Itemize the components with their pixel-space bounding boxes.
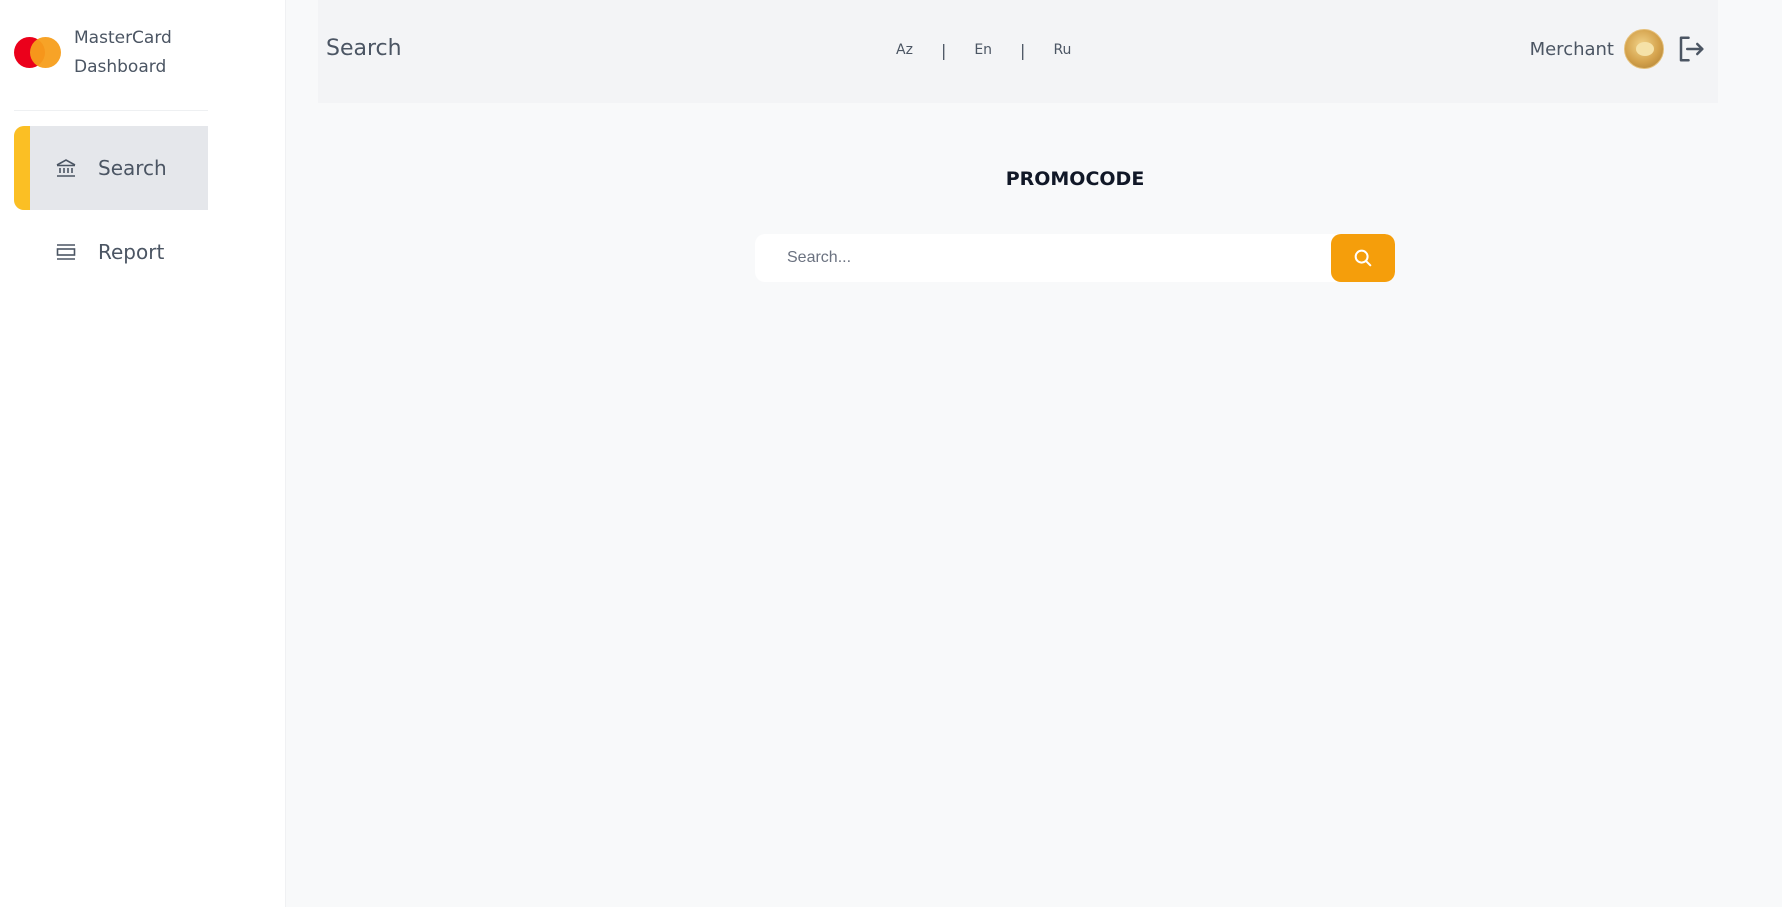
list-icon: [56, 244, 76, 260]
promocode-search: [755, 234, 1395, 282]
lang-separator: |: [940, 40, 947, 60]
sidebar-item-search[interactable]: Search: [14, 126, 208, 210]
sidebar-item-report[interactable]: Report: [14, 210, 208, 294]
lang-az[interactable]: Az: [892, 40, 917, 60]
search-icon: [1354, 249, 1372, 267]
brand-line-2: Dashboard: [74, 57, 167, 77]
user-menu: Merchant: [1530, 29, 1706, 69]
sidebar-item-label: Report: [98, 240, 165, 264]
lang-ru[interactable]: Ru: [1049, 40, 1075, 60]
lang-en[interactable]: En: [970, 40, 996, 60]
page-title: Search: [326, 36, 402, 61]
logout-icon[interactable]: [1676, 34, 1706, 64]
divider: [14, 110, 208, 111]
user-name[interactable]: Merchant: [1530, 39, 1614, 60]
brand-line-1: MasterCard: [74, 28, 172, 48]
active-indicator: [14, 126, 30, 210]
language-switcher: Az | En | Ru: [892, 40, 1075, 60]
sidebar: MasterCard Dashboard Search Report: [0, 0, 286, 907]
lang-separator: |: [1020, 40, 1026, 60]
search-input[interactable]: [755, 234, 1331, 282]
search-button[interactable]: [1331, 234, 1395, 282]
sidebar-item-label: Search: [98, 156, 167, 180]
promocode-heading: PROMOCODE: [1005, 168, 1145, 190]
top-header: Search Az | En | Ru Merchant: [318, 0, 1718, 103]
mastercard-logo-icon: [14, 36, 62, 70]
brand-title: MasterCard Dashboard: [74, 24, 172, 82]
brand[interactable]: MasterCard Dashboard: [14, 24, 172, 82]
avatar[interactable]: [1624, 29, 1664, 69]
bank-icon: [56, 159, 76, 177]
